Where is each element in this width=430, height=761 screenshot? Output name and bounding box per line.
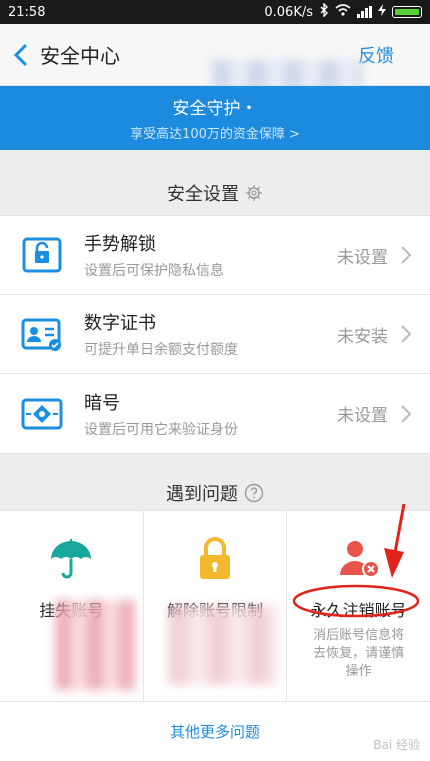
setting-status: 未设置 [337,406,388,426]
setting-desc: 设置后可用它来验证身份 [84,421,238,438]
help-icon[interactable] [244,483,264,503]
status-time: 21:58 [8,4,46,20]
charging-icon [378,4,386,20]
more-problems-link[interactable]: 其他更多问题 [0,702,430,761]
setting-title: 暗号 [84,392,120,414]
watermark: Bai 经验 [373,738,420,752]
security-banner[interactable]: 安全守护・ 享受高达100万的资金保障 > [0,86,430,150]
blurred-region [55,600,135,690]
arrow-icon [392,503,406,559]
bluetooth-icon [319,2,329,21]
gear-icon [246,185,262,201]
digital-certificate-icon [21,318,61,351]
problem-desc: 消后账号信息将 去恢复，请谨慎 操作 [313,628,405,679]
setting-status: 未安装 [337,326,388,347]
unlock-icon [200,537,230,579]
setting-title: 手势解锁 [84,234,156,255]
blurred-region [168,605,278,685]
signal-icon [357,6,372,18]
setting-title: 数字证书 [84,313,156,334]
chevron-right-icon [401,325,412,343]
network-speed: 0.06K/s [264,4,313,20]
security-settings-list: 手势解锁 设置后可保护隐私信息 未设置 数字证书 可提升单日余额支付额度 未安装… [0,215,430,454]
gesture-lock-icon [22,237,62,273]
umbrella-icon [51,539,92,579]
setting-desc: 可提升单日余额支付额度 [84,342,238,358]
setting-gesture-lock[interactable]: 手势解锁 设置后可保护隐私信息 未设置 [0,216,430,295]
banner-subtitle: 享受高达100万的资金保障 > [130,127,300,142]
banner-title: 安全守护・ [172,99,258,119]
password-code-icon [21,398,63,429]
chevron-left-icon [13,44,27,65]
battery-icon [392,6,422,18]
setting-desc: 设置后可保护隐私信息 [84,263,224,279]
chevron-right-icon [401,246,412,264]
highlight-ellipse [292,584,420,618]
setting-status: 未设置 [337,247,388,268]
feedback-button[interactable]: 反馈 [358,42,430,68]
setting-password-code[interactable]: 暗号 设置后可用它来验证身份 未设置 [0,374,430,453]
wifi-icon [335,4,351,20]
annotation-highlight [292,503,420,618]
security-settings-header: 安全设置 [0,180,430,206]
setting-digital-certificate[interactable]: 数字证书 可提升单日余额支付额度 未安装 [0,295,430,374]
status-bar: 21:58 0.06K/s [0,0,430,24]
section-title: 遇到问题 [166,484,238,505]
chevron-right-icon [401,404,412,423]
section-title: 安全设置 [167,184,239,205]
back-button[interactable] [0,24,40,86]
